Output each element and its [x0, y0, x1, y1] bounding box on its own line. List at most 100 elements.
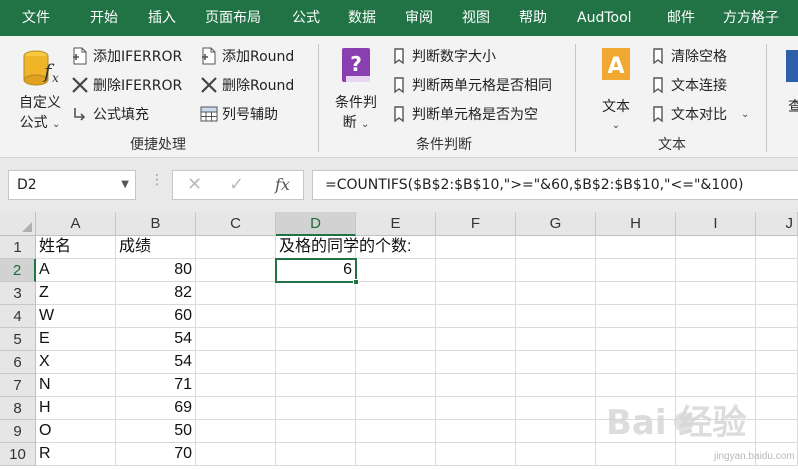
- tab-page-layout[interactable]: 页面布局: [205, 0, 261, 36]
- cell-d1[interactable]: 及格的同学的个数:: [276, 236, 411, 259]
- cell-j8[interactable]: [756, 397, 798, 420]
- column-header-j[interactable]: J: [756, 212, 798, 236]
- column-helper-button[interactable]: 列号辅助: [199, 102, 278, 126]
- cell-h8[interactable]: [596, 397, 676, 420]
- cell-j1[interactable]: [756, 236, 798, 259]
- cell-f5[interactable]: [436, 328, 516, 351]
- cell-a3[interactable]: Z: [36, 282, 116, 305]
- tab-view[interactable]: 视图: [462, 0, 490, 36]
- cell-c1[interactable]: [196, 236, 276, 259]
- delete-iferror-button[interactable]: 删除IFERROR: [70, 73, 182, 97]
- tab-mail[interactable]: 邮件: [667, 0, 695, 36]
- cell-i7[interactable]: [676, 374, 756, 397]
- cell-f10[interactable]: [436, 443, 516, 466]
- column-header-d[interactable]: D: [276, 212, 356, 236]
- cell-e7[interactable]: [356, 374, 436, 397]
- cell-f7[interactable]: [436, 374, 516, 397]
- tab-home[interactable]: 开始: [90, 0, 118, 36]
- cell-a8[interactable]: H: [36, 397, 116, 420]
- column-header-b[interactable]: B: [116, 212, 196, 236]
- cell-f4[interactable]: [436, 305, 516, 328]
- cell-j4[interactable]: [756, 305, 798, 328]
- cell-c3[interactable]: [196, 282, 276, 305]
- cell-f2[interactable]: [436, 259, 516, 282]
- cell-i4[interactable]: [676, 305, 756, 328]
- cell-e9[interactable]: [356, 420, 436, 443]
- cell-j3[interactable]: [756, 282, 798, 305]
- cell-e6[interactable]: [356, 351, 436, 374]
- cell-h3[interactable]: [596, 282, 676, 305]
- delete-round-button[interactable]: 删除Round: [199, 73, 294, 97]
- cell-a4[interactable]: W: [36, 305, 116, 328]
- cell-c10[interactable]: [196, 443, 276, 466]
- judge-number-size-button[interactable]: 判断数字大小: [389, 44, 496, 68]
- row-header-7[interactable]: 7: [0, 374, 36, 397]
- add-round-button[interactable]: 添加Round: [199, 44, 294, 68]
- cell-d9[interactable]: [276, 420, 356, 443]
- cell-e1[interactable]: [356, 236, 436, 259]
- cell-e8[interactable]: [356, 397, 436, 420]
- cell-h5[interactable]: [596, 328, 676, 351]
- column-header-c[interactable]: C: [196, 212, 276, 236]
- insert-function-icon[interactable]: fx: [275, 175, 290, 194]
- cell-d2[interactable]: 6: [276, 259, 356, 282]
- cell-b5[interactable]: 54: [116, 328, 196, 351]
- cell-c4[interactable]: [196, 305, 276, 328]
- cell-f8[interactable]: [436, 397, 516, 420]
- cell-i8[interactable]: [676, 397, 756, 420]
- tab-formulas[interactable]: 公式: [292, 0, 320, 36]
- column-header-i[interactable]: I: [676, 212, 756, 236]
- tab-review[interactable]: 审阅: [405, 0, 433, 36]
- cell-i9[interactable]: [676, 420, 756, 443]
- clear-spaces-button[interactable]: 清除空格: [648, 44, 727, 68]
- cell-a6[interactable]: X: [36, 351, 116, 374]
- row-header-6[interactable]: 6: [0, 351, 36, 374]
- cell-g6[interactable]: [516, 351, 596, 374]
- cell-h4[interactable]: [596, 305, 676, 328]
- cell-c5[interactable]: [196, 328, 276, 351]
- cell-f1[interactable]: [436, 236, 516, 259]
- cell-a9[interactable]: O: [36, 420, 116, 443]
- cell-h2[interactable]: [596, 259, 676, 282]
- cell-g5[interactable]: [516, 328, 596, 351]
- cell-d4[interactable]: [276, 305, 356, 328]
- cell-a10[interactable]: R: [36, 443, 116, 466]
- cell-j5[interactable]: [756, 328, 798, 351]
- tab-ffgz[interactable]: 方方格子: [723, 0, 779, 36]
- tab-data[interactable]: 数据: [348, 0, 376, 36]
- cell-b1[interactable]: 成绩: [116, 236, 196, 259]
- cell-e10[interactable]: [356, 443, 436, 466]
- column-header-e[interactable]: E: [356, 212, 436, 236]
- cell-f9[interactable]: [436, 420, 516, 443]
- add-iferror-button[interactable]: 添加IFERROR: [70, 44, 182, 68]
- row-header-10[interactable]: 10: [0, 443, 36, 466]
- cell-e5[interactable]: [356, 328, 436, 351]
- cell-b9[interactable]: 50: [116, 420, 196, 443]
- row-header-1[interactable]: 1: [0, 236, 36, 259]
- cell-h1[interactable]: [596, 236, 676, 259]
- row-header-8[interactable]: 8: [0, 397, 36, 420]
- row-header-3[interactable]: 3: [0, 282, 36, 305]
- text-compare-button[interactable]: 文本对比 ⌄: [648, 102, 749, 126]
- cell-b8[interactable]: 69: [116, 397, 196, 420]
- row-header-2[interactable]: 2: [0, 259, 36, 282]
- select-all-corner[interactable]: [0, 212, 36, 236]
- cell-d8[interactable]: [276, 397, 356, 420]
- cell-g3[interactable]: [516, 282, 596, 305]
- tab-audtool[interactable]: AudTool: [577, 0, 632, 36]
- cell-i1[interactable]: [676, 236, 756, 259]
- cell-h10[interactable]: [596, 443, 676, 466]
- confirm-check-icon[interactable]: ✓: [229, 174, 244, 195]
- tab-insert[interactable]: 插入: [148, 0, 176, 36]
- formula-fill-button[interactable]: 公式填充: [70, 102, 149, 126]
- condition-judge-button[interactable]: ? 条件判 断 ⌄: [326, 44, 386, 132]
- cell-d3[interactable]: [276, 282, 356, 305]
- cell-a7[interactable]: N: [36, 374, 116, 397]
- cell-j6[interactable]: [756, 351, 798, 374]
- cell-e4[interactable]: [356, 305, 436, 328]
- dropdown-arrow-icon[interactable]: ▼: [121, 171, 129, 199]
- name-box[interactable]: D2 ▼: [8, 170, 136, 200]
- cell-c2[interactable]: [196, 259, 276, 282]
- cell-d10[interactable]: [276, 443, 356, 466]
- cell-g8[interactable]: [516, 397, 596, 420]
